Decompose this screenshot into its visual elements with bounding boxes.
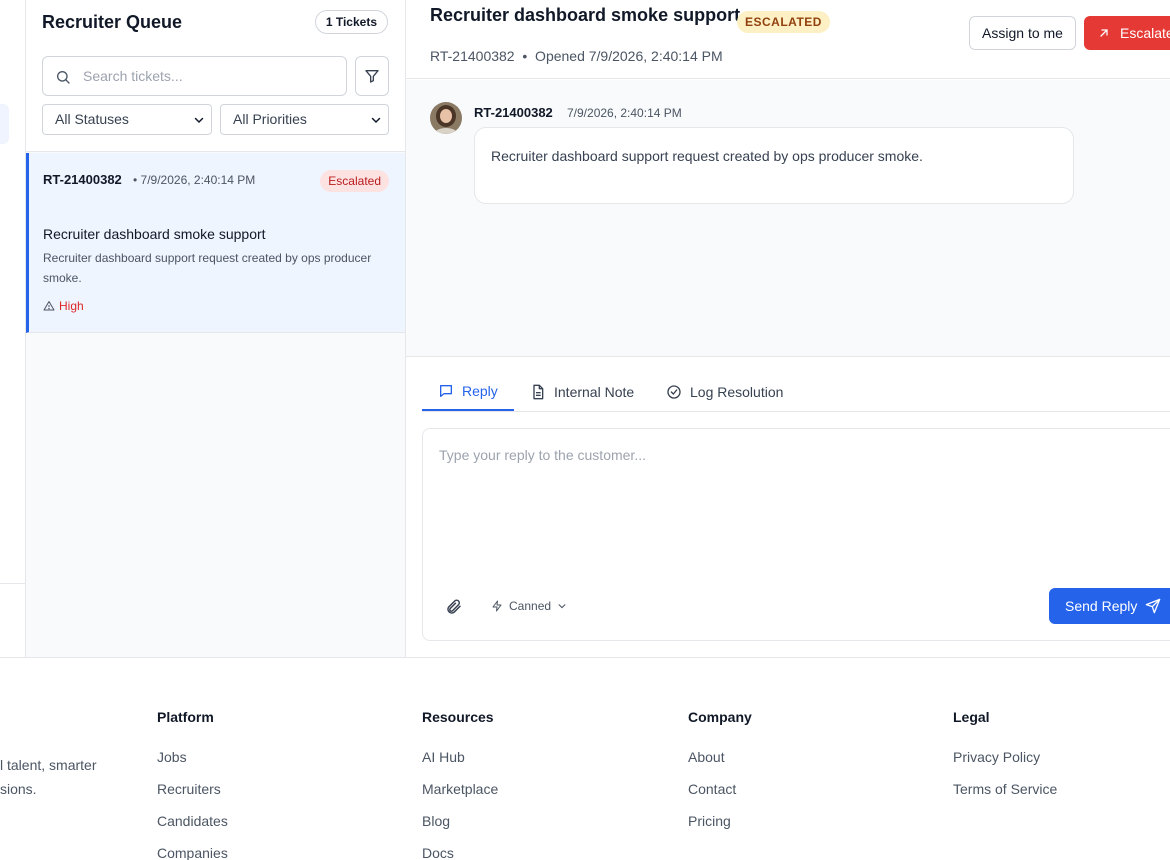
search-input[interactable] bbox=[83, 66, 333, 86]
app-sidebar bbox=[0, 0, 26, 657]
footer-link[interactable]: Docs bbox=[422, 845, 498, 860]
attach-button[interactable] bbox=[445, 598, 463, 621]
status-filter-select[interactable]: All Statuses bbox=[42, 104, 212, 135]
footer-link[interactable]: Blog bbox=[422, 813, 498, 845]
footer-heading: Legal bbox=[953, 709, 990, 725]
send-reply-label: Send Reply bbox=[1065, 598, 1138, 614]
footer-link[interactable]: Jobs bbox=[157, 749, 228, 781]
chevron-down-icon bbox=[371, 117, 381, 124]
canned-responses-dropdown[interactable]: Canned bbox=[491, 599, 567, 613]
footer-link[interactable]: Marketplace bbox=[422, 781, 498, 813]
footer-link[interactable]: Companies bbox=[157, 845, 228, 860]
tab-log-resolution[interactable]: Log Resolution bbox=[666, 372, 783, 411]
footer-link[interactable]: Recruiters bbox=[157, 781, 228, 813]
ticket-title: Recruiter dashboard smoke support bbox=[430, 5, 741, 25]
footer-tagline-line: l talent, smarter bbox=[0, 757, 97, 773]
tab-reply-label: Reply bbox=[462, 382, 498, 399]
ticket-timestamp: • 7/9/2026, 2:40:14 PM bbox=[133, 173, 256, 187]
queue-header: Recruiter Queue 1 Tickets All Statuses A… bbox=[26, 0, 405, 152]
ticket-subject: Recruiter dashboard smoke support bbox=[43, 226, 266, 242]
status-filter-value: All Statuses bbox=[55, 111, 129, 127]
queue-title: Recruiter Queue bbox=[42, 12, 183, 32]
footer-link[interactable]: Candidates bbox=[157, 813, 228, 845]
footer-link[interactable]: Privacy Policy bbox=[953, 749, 1057, 781]
priority-filter-select[interactable]: All Priorities bbox=[220, 104, 389, 135]
footer-column-company: Company About Contact Pricing bbox=[688, 709, 752, 845]
ticket-status-badge: ESCALATED bbox=[737, 11, 830, 33]
paperclip-icon bbox=[447, 599, 461, 614]
ticket-status-badge: Escalated bbox=[320, 170, 389, 192]
message-author: RT-21400382 bbox=[474, 105, 553, 120]
footer-column-resources: Resources AI Hub Marketplace Blog Docs bbox=[422, 709, 498, 860]
ticket-list-item[interactable]: RT-21400382 • 7/9/2026, 2:40:14 PM Escal… bbox=[26, 153, 405, 333]
canned-label: Canned bbox=[509, 599, 552, 613]
message-bubble: Recruiter dashboard support request crea… bbox=[474, 127, 1074, 204]
chevron-down-icon bbox=[194, 117, 204, 124]
ticket-description: Recruiter dashboard support request crea… bbox=[43, 251, 372, 285]
footer-link[interactable]: Pricing bbox=[688, 813, 752, 845]
arrow-up-right-icon bbox=[1100, 29, 1108, 37]
tab-reply[interactable]: Reply bbox=[422, 372, 514, 411]
sidebar-active-item[interactable] bbox=[0, 104, 9, 144]
ticket-id: RT-21400382 bbox=[43, 172, 122, 187]
footer-tagline-line: sions. bbox=[0, 781, 37, 797]
message-timestamp: 7/9/2026, 2:40:14 PM bbox=[567, 106, 682, 120]
escalate-button[interactable]: Escalate bbox=[1084, 16, 1170, 50]
search-icon bbox=[57, 71, 70, 84]
chat-bubble-icon bbox=[440, 384, 452, 397]
ticket-count-badge: 1 Tickets bbox=[314, 10, 388, 34]
footer-link[interactable]: About bbox=[688, 749, 752, 781]
lightning-icon bbox=[492, 600, 502, 612]
ticket-priority-label: High bbox=[59, 299, 84, 313]
tab-log-resolution-label: Log Resolution bbox=[690, 383, 784, 400]
escalate-button-label: Escalate bbox=[1120, 25, 1170, 41]
footer-heading: Resources bbox=[422, 709, 494, 725]
sidebar-divider bbox=[0, 583, 25, 584]
send-icon bbox=[1146, 598, 1161, 614]
footer-heading: Platform bbox=[157, 709, 214, 725]
ticket-priority: High bbox=[43, 299, 84, 313]
send-reply-button[interactable]: Send Reply bbox=[1049, 588, 1170, 624]
footer-column-platform: Platform Jobs Recruiters Candidates Comp… bbox=[157, 709, 228, 860]
search-field[interactable] bbox=[42, 56, 347, 96]
reply-composer: Canned Send Reply bbox=[422, 428, 1170, 641]
footer-column-legal: Legal Privacy Policy Terms of Service bbox=[953, 709, 1057, 813]
footer-tagline: l talent, smarter sions. bbox=[0, 753, 100, 801]
reply-textarea[interactable] bbox=[439, 447, 1139, 567]
chevron-down-icon bbox=[558, 604, 566, 609]
priority-filter-value: All Priorities bbox=[233, 111, 307, 127]
avatar bbox=[430, 102, 462, 134]
ticket-queue-panel: Recruiter Queue 1 Tickets All Statuses A… bbox=[26, 0, 406, 657]
filter-button[interactable] bbox=[355, 56, 389, 96]
footer-heading: Company bbox=[688, 709, 752, 725]
support-app: Recruiter Queue 1 Tickets All Statuses A… bbox=[0, 0, 1170, 860]
warning-triangle-icon bbox=[43, 301, 55, 311]
footer-link[interactable]: AI Hub bbox=[422, 749, 498, 781]
check-circle-icon bbox=[667, 384, 681, 399]
tab-internal-note-label: Internal Note bbox=[554, 383, 635, 400]
filter-icon bbox=[365, 70, 379, 83]
footer-link[interactable]: Contact bbox=[688, 781, 752, 813]
ticket-detail-panel: Recruiter dashboard smoke support ESCALA… bbox=[406, 0, 1170, 657]
site-footer: l talent, smarter sions. Platform Jobs R… bbox=[0, 657, 1170, 860]
ticket-detail-header: Recruiter dashboard smoke support ESCALA… bbox=[406, 0, 1170, 79]
ticket-meta: RT-21400382 • Opened 7/9/2026, 2:40:14 P… bbox=[430, 48, 723, 64]
tab-internal-note[interactable]: Internal Note bbox=[530, 372, 634, 411]
document-icon bbox=[533, 384, 544, 399]
conversation-thread: RT-21400382 7/9/2026, 2:40:14 PM Recruit… bbox=[406, 80, 1170, 357]
footer-link[interactable]: Terms of Service bbox=[953, 781, 1057, 813]
composer-tabs: Reply Internal Note Log Resolution bbox=[422, 372, 1170, 412]
assign-to-me-button[interactable]: Assign to me bbox=[969, 16, 1076, 50]
